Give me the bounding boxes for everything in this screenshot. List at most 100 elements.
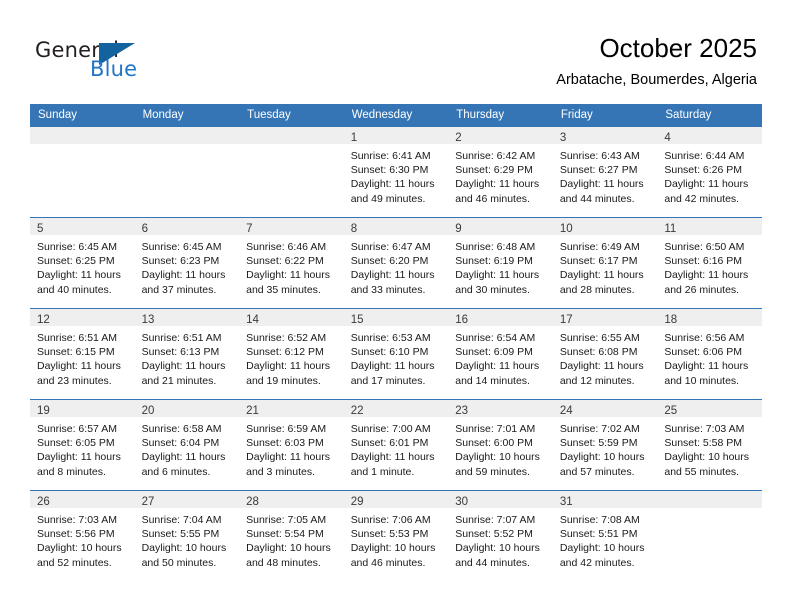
calendar-day-cell[interactable]: 21 Sunrise: 6:59 AM Sunset: 6:03 PM Dayligh… [239,399,344,491]
day-number: 17 [559,314,573,326]
day-number-band: 21 [239,400,344,417]
day-number-band: 30 [448,491,553,508]
day-detail-line: Sunrise: 6:59 AM [246,423,327,435]
day-number-band: 15 [343,309,449,326]
calendar-day-cell[interactable]: 17 Sunrise: 6:55 AM Sunset: 6:08 PM Dayligh… [552,308,658,400]
day-number: 9 [455,223,462,235]
day-detail-line: Daylight: 11 hours [37,360,121,373]
calendar-day-cell[interactable]: 10 Sunrise: 6:49 AM Sunset: 6:17 PM Dayligh… [552,217,658,309]
day-details: Sunrise: 7:01 AM Sunset: 6:00 PM Daylight:… [448,417,553,479]
day-detail-line: Daylight: 11 hours [350,269,435,282]
calendar-day-cell[interactable]: 8 Sunrise: 6:47 AM Sunset: 6:20 PM Daylight… [343,217,449,309]
day-detail-line: and 23 minutes. [37,374,112,387]
calendar-day-cell[interactable]: 30 Sunrise: 7:07 AM Sunset: 5:52 PM Dayligh… [448,490,553,581]
day-detail-line: Sunset: 6:03 PM [246,437,324,450]
calendar-day-cell[interactable]: 4 Sunrise: 6:44 AM Sunset: 6:26 PM Daylight… [657,126,762,218]
calendar-day-cell[interactable]: 31 Sunrise: 7:08 AM Sunset: 5:51 PM Dayligh… [552,490,658,581]
day-detail-line: Daylight: 11 hours [455,360,540,373]
calendar-day-cell[interactable]: 3 Sunrise: 6:43 AM Sunset: 6:27 PM Daylight… [552,126,658,218]
calendar-week-row: 26 Sunrise: 7:03 AM Sunset: 5:56 PM Dayligh… [30,490,762,581]
day-detail-line: and 26 minutes. [664,283,740,296]
day-detail-line: Daylight: 11 hours [559,360,644,373]
day-detail-line: and 50 minutes. [141,556,217,569]
day-number-band: 17 [552,309,658,326]
day-number: 7 [246,223,253,235]
day-detail-line: Sunset: 6:09 PM [455,346,533,359]
day-detail-line: Sunset: 6:16 PM [664,255,743,268]
day-details: Sunrise: 6:45 AM Sunset: 6:25 PM Daylight:… [30,235,135,297]
calendar-day-cell[interactable]: 16 Sunrise: 6:54 AM Sunset: 6:09 PM Dayligh… [448,308,553,400]
weekday-row: Sunday Monday Tuesday Wednesday Thursday Frid… [30,104,762,127]
day-detail-line: and 49 minutes. [350,192,426,205]
day-number: 30 [455,496,469,508]
day-detail-line: Sunset: 5:54 PM [246,528,324,541]
day-detail-line: Sunrise: 7:07 AM [455,514,536,526]
day-detail-line: Sunset: 6:12 PM [246,346,324,359]
day-detail-line: Daylight: 10 hours [455,451,540,464]
day-detail-line: and 42 minutes. [664,192,740,205]
day-detail-line: Sunset: 5:59 PM [559,437,638,450]
calendar-day-cell[interactable]: 6 Sunrise: 6:45 AM Sunset: 6:23 PM Daylight… [134,217,240,309]
calendar-day-cell[interactable]: 27 Sunrise: 7:04 AM Sunset: 5:55 PM Dayligh… [134,490,240,581]
day-number: 28 [246,496,259,508]
day-detail-line: Sunrise: 6:47 AM [350,241,431,253]
calendar-header-row: Sunday Monday Tuesday Wednesday Thursday Frid… [30,104,762,127]
day-detail-line: Daylight: 10 hours [664,451,750,464]
day-detail-line: Sunset: 6:22 PM [246,255,324,268]
calendar-day-cell[interactable]: 13 Sunrise: 6:51 AM Sunset: 6:13 PM Dayligh… [134,308,240,400]
day-detail-line: Daylight: 10 hours [141,542,227,555]
day-details: Sunrise: 6:51 AM Sunset: 6:13 PM Daylight:… [135,326,240,388]
calendar-day-cell[interactable]: 22 Sunrise: 7:00 AM Sunset: 6:01 PM Dayligh… [343,399,449,491]
logo-text-blue: Blue [90,57,138,81]
calendar-day-cell[interactable]: 29 Sunrise: 7:06 AM Sunset: 5:53 PM Dayligh… [343,490,449,581]
day-number: 1 [350,132,358,144]
day-number-band: 22 [343,400,449,417]
calendar-day-cell[interactable]: 11 Sunrise: 6:50 AM Sunset: 6:16 PM Dayligh… [657,217,762,309]
day-number-band: 7 [239,218,344,235]
day-detail-line: Daylight: 11 hours [455,178,540,191]
calendar-day-cell[interactable]: 7 Sunrise: 6:46 AM Sunset: 6:22 PM Daylight… [239,217,344,309]
day-detail-line: Sunrise: 7:08 AM [559,514,640,526]
calendar-day-cell[interactable]: 1 Sunrise: 6:41 AM Sunset: 6:30 PM Daylight… [343,126,449,218]
day-number-band: 27 [134,491,240,508]
calendar-day-cell[interactable]: 14 Sunrise: 6:52 AM Sunset: 6:12 PM Dayligh… [239,308,344,400]
calendar-day-cell[interactable]: 18 Sunrise: 6:56 AM Sunset: 6:06 PM Dayligh… [657,308,762,400]
day-details: Sunrise: 7:04 AM Sunset: 5:55 PM Daylight:… [135,508,240,570]
day-details: Sunrise: 6:58 AM Sunset: 6:04 PM Daylight:… [135,417,240,479]
day-detail-line: and 46 minutes. [350,556,426,569]
day-details [657,508,762,513]
calendar-day-cell[interactable]: 15 Sunrise: 6:53 AM Sunset: 6:10 PM Dayligh… [343,308,449,400]
calendar-day-cell[interactable]: 9 Sunrise: 6:48 AM Sunset: 6:19 PM Daylight… [448,217,553,309]
calendar-day-cell[interactable]: 20 Sunrise: 6:58 AM Sunset: 6:04 PM Dayligh… [134,399,240,491]
day-detail-line: Sunrise: 6:57 AM [37,423,117,435]
day-detail-line: Sunrise: 7:01 AM [455,423,536,435]
calendar-day-cell[interactable]: 19 Sunrise: 6:57 AM Sunset: 6:05 PM Dayligh… [30,399,135,491]
day-number: 22 [350,405,364,417]
day-detail-line: and 33 minutes. [350,283,426,296]
calendar-week-row: 1 Sunrise: 6:41 AM Sunset: 6:30 PM Daylight… [30,126,762,218]
calendar-week-row: 5 Sunrise: 6:45 AM Sunset: 6:25 PM Daylight… [30,217,762,309]
day-details: Sunrise: 7:03 AM Sunset: 5:58 PM Daylight:… [657,417,762,479]
day-number: 26 [37,496,50,508]
calendar-day-cell[interactable]: 12 Sunrise: 6:51 AM Sunset: 6:15 PM Dayligh… [30,308,135,400]
calendar-day-cell[interactable]: 5 Sunrise: 6:45 AM Sunset: 6:25 PM Daylight… [30,217,135,309]
calendar-day-cell[interactable]: 28 Sunrise: 7:05 AM Sunset: 5:54 PM Dayligh… [239,490,344,581]
day-number: 2 [455,132,462,144]
day-details: Sunrise: 6:42 AM Sunset: 6:29 PM Daylight:… [448,144,553,206]
day-detail-line: Sunset: 6:17 PM [559,255,638,268]
calendar-day-cell[interactable]: 24 Sunrise: 7:02 AM Sunset: 5:59 PM Dayligh… [552,399,658,491]
calendar-day-cell[interactable]: 26 Sunrise: 7:03 AM Sunset: 5:56 PM Dayligh… [30,490,135,581]
day-detail-line: and 55 minutes. [664,465,740,478]
weekday-header-monday: Monday [134,104,240,127]
calendar-day-cell[interactable]: 2 Sunrise: 6:42 AM Sunset: 6:29 PM Daylight… [448,126,553,218]
calendar-day-cell[interactable]: 25 Sunrise: 7:03 AM Sunset: 5:58 PM Dayligh… [657,399,762,491]
day-detail-line: Sunset: 6:23 PM [141,255,220,268]
day-detail-line: and 17 minutes. [350,374,426,387]
calendar-day-cell[interactable]: 23 Sunrise: 7:01 AM Sunset: 6:00 PM Dayligh… [448,399,553,491]
day-detail-line: and 3 minutes. [246,465,316,478]
day-detail-line: Sunrise: 6:54 AM [455,332,536,344]
day-number-band [30,127,135,144]
general-blue-logo[interactable]: General Blue [35,38,155,84]
day-number: 6 [141,223,148,235]
day-detail-line: Daylight: 11 hours [37,269,121,282]
